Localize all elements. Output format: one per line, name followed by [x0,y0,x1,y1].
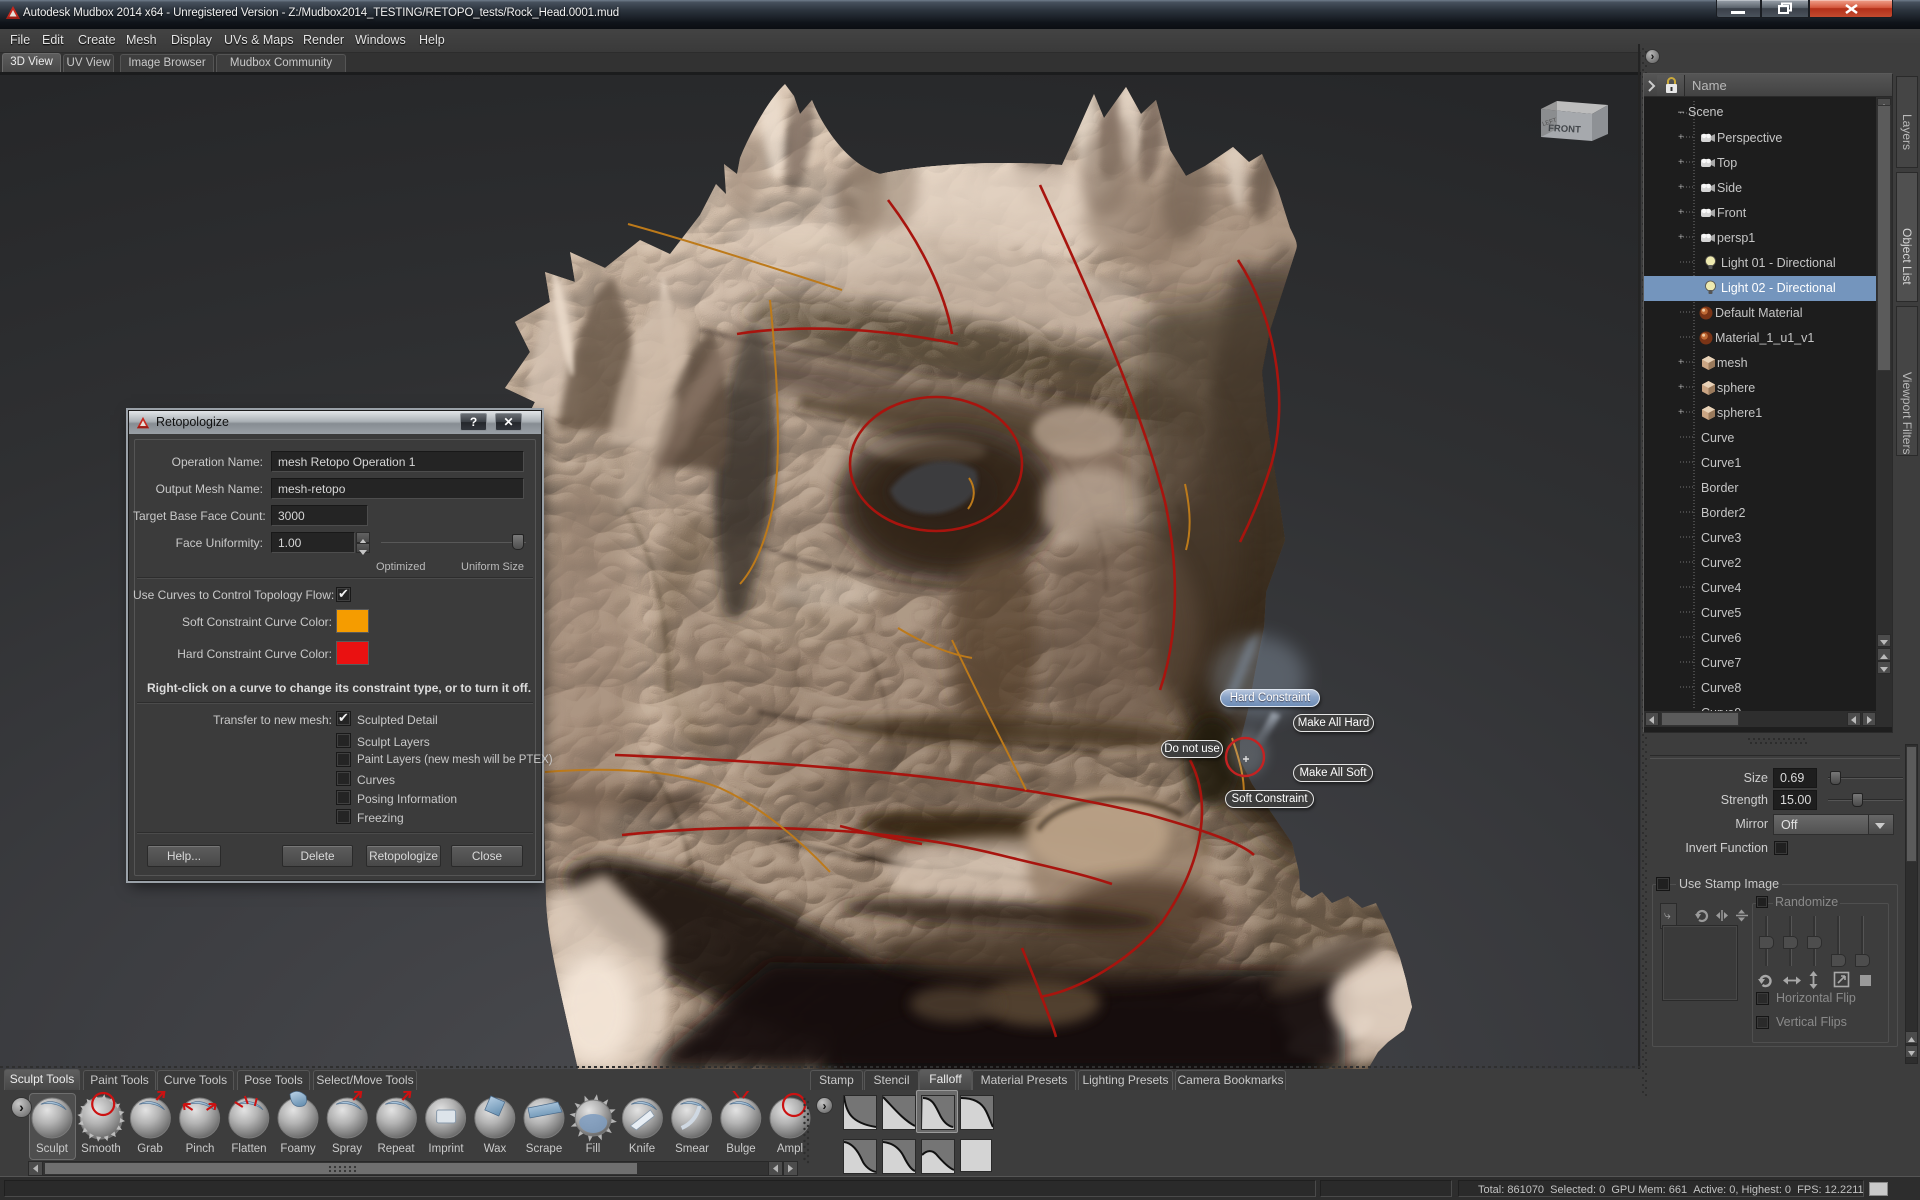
svg-text:FRONT: FRONT [1548,123,1581,136]
